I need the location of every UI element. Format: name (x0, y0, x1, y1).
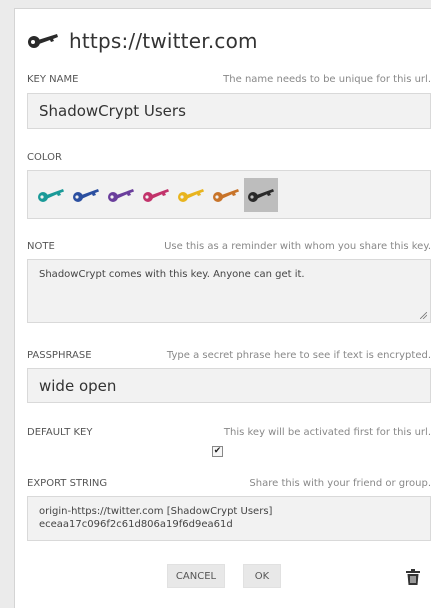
ok-button[interactable]: OK (243, 564, 281, 588)
resize-grip-icon[interactable] (420, 312, 427, 319)
color-swatch-orange[interactable] (209, 178, 243, 212)
color-swatch-teal[interactable] (34, 178, 68, 212)
color-swatch-black[interactable] (244, 177, 278, 212)
check-mark-icon: ✔ (213, 446, 222, 456)
color-swatch-blue[interactable] (69, 178, 103, 212)
cancel-button[interactable]: CANCEL (167, 564, 225, 588)
color-swatch-pink[interactable] (139, 178, 173, 212)
key-icon (73, 188, 99, 202)
key-icon (108, 188, 134, 202)
key-name-label: KEY NAME (27, 74, 79, 85)
key-editor-panel: https://twitter.com KEY NAME The name ne… (14, 8, 431, 608)
color-swatch-yellow[interactable] (174, 178, 208, 212)
key-icon (213, 188, 239, 202)
key-icon (178, 188, 204, 202)
note-label: NOTE (27, 241, 55, 252)
key-icon (143, 188, 169, 202)
export-string-hint: Share this with your friend or group. (249, 478, 431, 489)
key-name-value: ShadowCrypt Users (39, 102, 186, 120)
note-value: ShadowCrypt comes with this key. Anyone … (39, 269, 305, 280)
key-name-hint: The name needs to be unique for this url… (223, 74, 431, 85)
page-title: https://twitter.com (69, 29, 258, 53)
note-hint: Use this as a reminder with whom you sha… (164, 241, 431, 252)
passphrase-hint: Type a secret phrase here to see if text… (166, 350, 431, 361)
default-key-checkbox[interactable]: ✔ (212, 446, 223, 457)
key-icon (38, 188, 64, 202)
export-string-label: EXPORT STRING (27, 478, 108, 489)
trash-icon[interactable] (406, 569, 420, 585)
export-string-box[interactable]: origin-https://twitter.com [ShadowCrypt … (27, 496, 431, 541)
export-string-line1: origin-https://twitter.com [ShadowCrypt … (39, 506, 273, 517)
color-picker (27, 170, 431, 219)
key-name-input[interactable]: ShadowCrypt Users (27, 93, 431, 129)
color-swatch-purple[interactable] (104, 178, 138, 212)
default-key-hint: This key will be activated first for thi… (223, 427, 431, 438)
key-icon (28, 34, 58, 48)
default-key-label: DEFAULT KEY (27, 427, 93, 438)
passphrase-value: wide open (39, 376, 117, 395)
passphrase-input[interactable]: wide open (27, 368, 431, 403)
page-header: https://twitter.com (27, 29, 258, 53)
note-textarea[interactable]: ShadowCrypt comes with this key. Anyone … (27, 259, 431, 323)
export-string-line2: eceaa17c096f2c61d806a19f6d9ea61d (39, 519, 233, 530)
color-label: COLOR (27, 152, 62, 163)
key-icon (248, 188, 274, 202)
passphrase-label: PASSPHRASE (27, 350, 92, 361)
